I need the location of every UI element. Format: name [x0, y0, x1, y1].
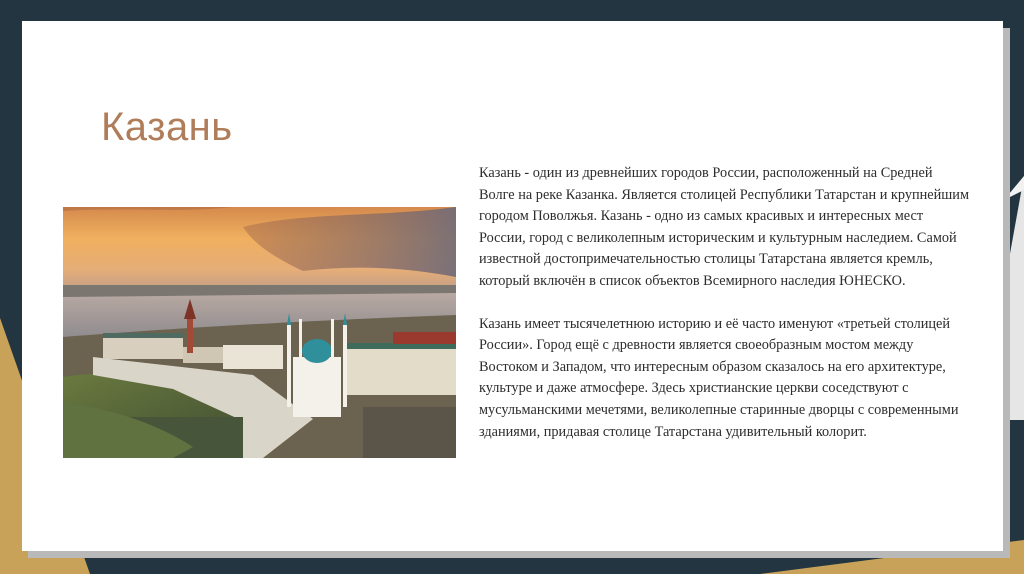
paragraph-1: Казань - один из древнейших городов Росс… [479, 165, 969, 289]
slide: Казань Казань - один из древнейших город… [22, 21, 1003, 551]
description-text: Казань - один из древнейших городов Росс… [479, 163, 969, 464]
kazan-kremlin-photo [63, 207, 456, 458]
slide-title: Казань [101, 105, 233, 149]
paragraph-2: Казань имеет тысячелетнюю историю и её ч… [479, 315, 959, 440]
